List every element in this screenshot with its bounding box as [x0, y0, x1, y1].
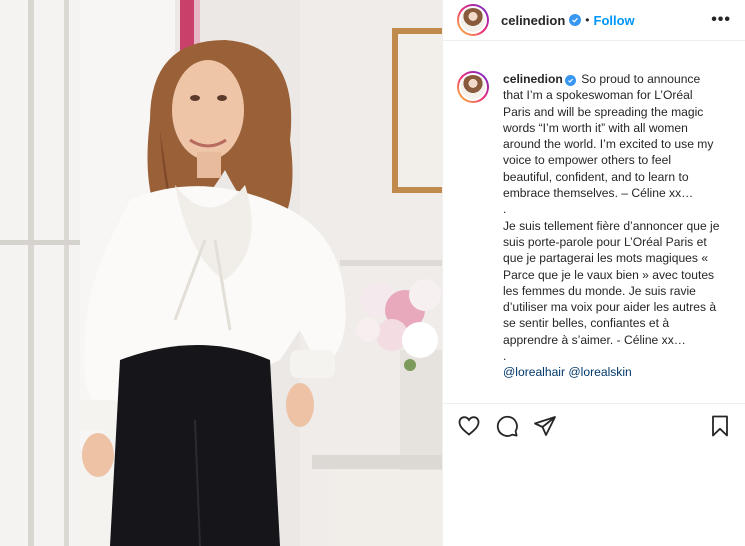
caption-avatar[interactable]	[457, 71, 489, 103]
separator-dot: •	[585, 13, 590, 27]
caption-dot: .	[503, 202, 507, 217]
post-details-panel: celinedion • Follow ••• celinedion So pr…	[442, 0, 745, 546]
save-button[interactable]	[708, 414, 732, 438]
post-photo	[0, 0, 442, 546]
caption-french: Je suis tellement fière d’annoncer que j…	[503, 218, 720, 347]
like-button[interactable]	[457, 414, 481, 438]
comment-icon	[496, 415, 518, 437]
post-image[interactable]	[0, 0, 442, 546]
action-bar	[443, 403, 745, 448]
follow-button[interactable]: Follow	[594, 13, 635, 28]
caption: celinedion So proud to announce that I’m…	[457, 71, 731, 381]
caption-area: celinedion So proud to announce that I’m…	[443, 41, 745, 403]
bookmark-icon	[712, 415, 728, 437]
avatar[interactable]	[457, 4, 489, 36]
heart-icon	[458, 416, 480, 436]
verified-badge-icon	[569, 14, 582, 26]
caption-text: celinedion So proud to announce that I’m…	[503, 71, 723, 381]
avatar-image	[459, 6, 487, 34]
tag-link-lorealskin[interactable]: @lorealskin	[568, 365, 631, 379]
more-options-icon[interactable]: •••	[711, 11, 731, 29]
verified-badge-icon	[564, 75, 576, 86]
share-button[interactable]	[533, 414, 557, 438]
username-link[interactable]: celinedion	[501, 13, 565, 28]
caption-dot: .	[503, 349, 507, 364]
avatar-image	[459, 73, 487, 101]
caption-tags: @lorealhair @lorealskin	[503, 364, 723, 380]
tag-link-lorealhair[interactable]: @lorealhair	[503, 365, 565, 379]
caption-english: So proud to announce that I’m a spokeswo…	[503, 72, 714, 201]
post-header: celinedion • Follow •••	[443, 0, 745, 41]
comment-button[interactable]	[495, 414, 519, 438]
caption-author[interactable]: celinedion	[503, 72, 563, 86]
paper-plane-icon	[534, 416, 556, 436]
